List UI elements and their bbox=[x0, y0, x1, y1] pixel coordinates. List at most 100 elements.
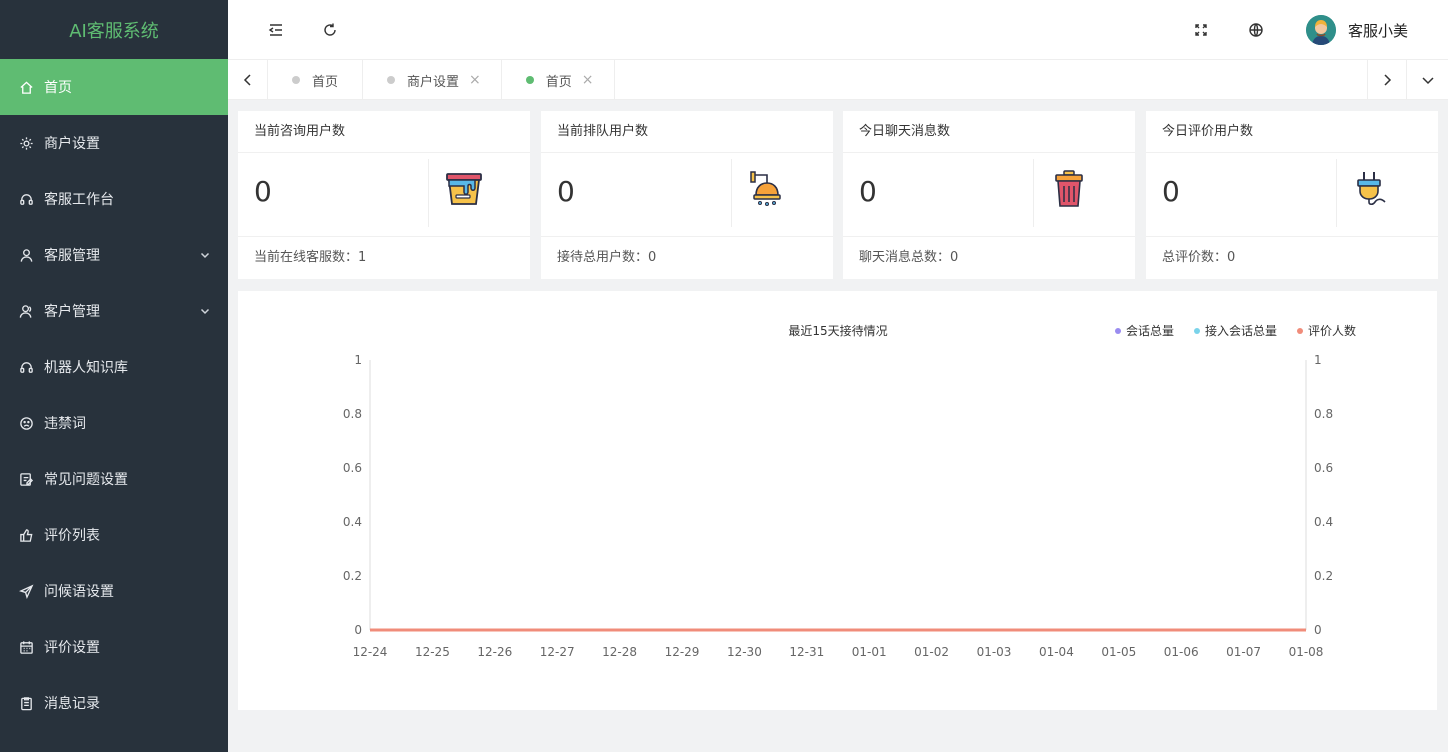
collapse-menu-button[interactable] bbox=[264, 18, 288, 42]
reception-chart: 最近15天接待情况 会话总量 接入会话总量 评价人数 0 0 0.2 0.2 0.4 0.4 0… bbox=[343, 323, 1356, 659]
tab-label: 首页 bbox=[545, 74, 572, 90]
refresh-button[interactable] bbox=[318, 18, 342, 42]
sidebar-item-4[interactable]: 客户管理 bbox=[0, 283, 228, 339]
sidebar-item-label: 客服管理 bbox=[44, 248, 100, 264]
sidebar-menu: 首页商户设置客服工作台客服管理客户管理 机器人知识库违禁词常见问题设置评价列表 问候… bbox=[0, 59, 228, 731]
card-footer: 聊天消息总数：0 bbox=[859, 250, 959, 265]
x-tick-label: 01-07 bbox=[1226, 645, 1261, 659]
sidebar-item-8[interactable]: 评价列表 bbox=[0, 507, 228, 563]
stat-card-queue: 当前排队用户数 0 接待总用户数：0 bbox=[541, 111, 833, 279]
x-tick-label: 01-04 bbox=[1039, 645, 1074, 659]
app-logo: AI客服系统 bbox=[69, 20, 159, 42]
card-title: 今日聊天消息数 bbox=[843, 111, 1135, 153]
tab-status-dot bbox=[387, 76, 396, 84]
y-tick-label-left: 0.2 bbox=[343, 569, 362, 583]
tab-bar: 首页 商户设置 × 首页 × bbox=[228, 60, 1448, 100]
sidebar-item-label: 客服工作台 bbox=[44, 192, 114, 208]
x-tick-label: 12-25 bbox=[415, 645, 450, 659]
y-tick-label-right: 1 bbox=[1314, 353, 1322, 367]
refresh-icon bbox=[324, 23, 336, 36]
sidebar-item-label: 评价设置 bbox=[44, 640, 100, 656]
y-tick-label-left: 0 bbox=[354, 623, 362, 637]
language-button[interactable] bbox=[1244, 18, 1268, 42]
card-value: 0 bbox=[557, 175, 575, 208]
tab-status-dot bbox=[525, 76, 534, 84]
fullscreen-button[interactable] bbox=[1189, 18, 1213, 42]
card-value: 0 bbox=[1162, 175, 1180, 208]
sidebar-item-6[interactable]: 违禁词 bbox=[0, 395, 228, 451]
user-menu[interactable]: 客服小美 bbox=[1305, 14, 1408, 46]
tab-2[interactable]: 首页 × bbox=[502, 60, 615, 100]
sidebar-item-label: 常见问题设置 bbox=[44, 472, 128, 488]
card-title: 当前咨询用户数 bbox=[238, 111, 530, 153]
chevron-down-icon bbox=[1422, 77, 1434, 85]
y-tick-label-right: 0.6 bbox=[1314, 461, 1333, 475]
close-icon[interactable]: × bbox=[469, 72, 481, 88]
sidebar-item-7[interactable]: 常见问题设置 bbox=[0, 451, 228, 507]
tab-list: 首页 商户设置 × 首页 × bbox=[268, 60, 615, 100]
chevron-down-icon bbox=[200, 250, 210, 260]
chart-legend: 会话总量 接入会话总量 评价人数 bbox=[1115, 323, 1356, 338]
sidebar-item-10[interactable]: 评价设置 bbox=[0, 619, 228, 675]
card-footer: 当前在线客服数：1 bbox=[254, 250, 367, 265]
chevron-down-icon bbox=[200, 306, 210, 316]
sidebar-item-3[interactable]: 客服管理 bbox=[0, 227, 228, 283]
x-tick-label: 01-06 bbox=[1164, 645, 1199, 659]
stat-card-ratings: 今日评价用户数 0 总评价数：0 bbox=[1146, 111, 1438, 279]
legend-label: 评价人数 bbox=[1308, 323, 1356, 338]
y-tick-label-right: 0.2 bbox=[1314, 569, 1333, 583]
sidebar-item-11[interactable]: 消息记录 bbox=[0, 675, 228, 731]
x-tick-label: 12-24 bbox=[353, 645, 388, 659]
y-tick-label-left: 0.8 bbox=[343, 407, 362, 421]
user-icon bbox=[18, 247, 34, 263]
x-tick-label: 01-02 bbox=[914, 645, 949, 659]
x-tick-label: 01-03 bbox=[977, 645, 1012, 659]
avatar-image-icon bbox=[1305, 15, 1336, 45]
y-tick-label-left: 0.4 bbox=[343, 515, 362, 529]
users-icon bbox=[18, 303, 34, 319]
tab-scroll-left-button[interactable] bbox=[228, 60, 268, 100]
tab-1[interactable]: 商户设置 × bbox=[363, 60, 502, 100]
x-tick-label: 12-28 bbox=[602, 645, 637, 659]
sidebar-item-0[interactable]: 首页 bbox=[0, 59, 228, 115]
x-tick-label: 12-27 bbox=[540, 645, 575, 659]
y-tick-label-left: 1 bbox=[354, 353, 362, 367]
chart-title: 最近15天接待情况 bbox=[788, 323, 887, 338]
tab-menu-button[interactable] bbox=[1408, 60, 1448, 100]
avatar bbox=[1305, 15, 1336, 45]
sidebar-item-label: 商户设置 bbox=[44, 136, 100, 152]
x-tick-label: 12-30 bbox=[727, 645, 762, 659]
tab-scroll-right-button[interactable] bbox=[1367, 60, 1407, 100]
fullscreen-icon bbox=[1195, 24, 1207, 36]
tab-label: 商户设置 bbox=[407, 74, 460, 90]
tab-0[interactable]: 首页 bbox=[268, 60, 364, 100]
y-tick-label-right: 0.8 bbox=[1314, 407, 1333, 421]
card-title: 当前排队用户数 bbox=[541, 111, 833, 153]
user-name: 客服小美 bbox=[1347, 21, 1408, 40]
globe-icon bbox=[1249, 23, 1263, 37]
trash-bin-icon bbox=[1055, 170, 1083, 207]
stat-card-consulting: 当前咨询用户数 0 当前在线客服数：1 bbox=[238, 111, 530, 279]
chevron-left-icon bbox=[243, 74, 251, 86]
x-tick-label: 12-31 bbox=[789, 645, 824, 659]
sidebar: AI客服系统 首页商户设置客服工作台客服管理客户管理 机器人知识库违禁词常见问题设… bbox=[0, 0, 228, 752]
legend-marker bbox=[1115, 328, 1121, 334]
plug-icon bbox=[1357, 172, 1386, 206]
sidebar-item-label: 违禁词 bbox=[44, 416, 86, 432]
edit-icon bbox=[18, 471, 34, 487]
card-title: 今日评价用户数 bbox=[1146, 111, 1438, 153]
sidebar-item-5[interactable]: 机器人知识库 bbox=[0, 339, 228, 395]
sidebar-item-1[interactable]: 商户设置 bbox=[0, 115, 228, 171]
y-tick-label-left: 0.6 bbox=[343, 461, 362, 475]
card-value: 0 bbox=[254, 175, 272, 208]
gear-icon bbox=[18, 135, 34, 151]
y-tick-label-right: 0.4 bbox=[1314, 515, 1333, 529]
x-tick-label: 01-05 bbox=[1101, 645, 1136, 659]
sidebar-item-2[interactable]: 客服工作台 bbox=[0, 171, 228, 227]
sidebar-item-label: 消息记录 bbox=[44, 696, 100, 712]
legend-label: 会话总量 bbox=[1126, 324, 1174, 338]
close-icon[interactable]: × bbox=[582, 72, 594, 88]
sidebar-item-9[interactable]: 问候语设置 bbox=[0, 563, 228, 619]
legend-marker bbox=[1194, 328, 1200, 334]
calendar-icon bbox=[18, 639, 34, 655]
